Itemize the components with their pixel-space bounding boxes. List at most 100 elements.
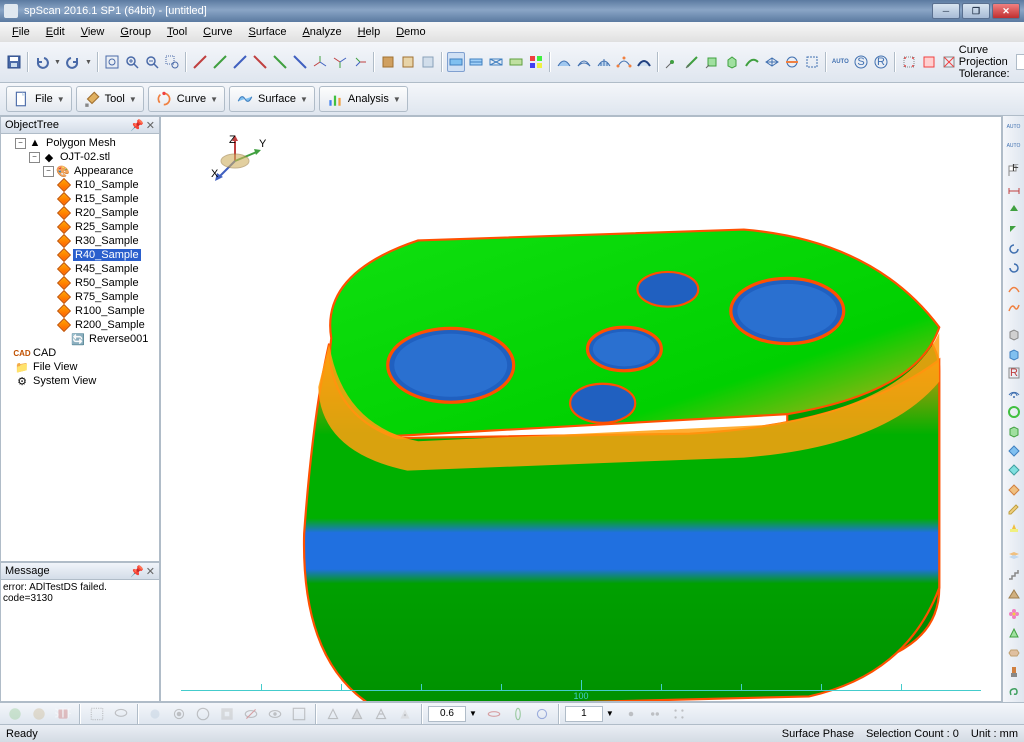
rot-z-icon[interactable] [532,704,552,724]
rot-x-icon[interactable] [484,704,504,724]
mesh-display-2-icon[interactable] [467,52,485,72]
radius-r-icon[interactable]: R [1005,365,1023,382]
surface-cv-icon[interactable] [615,52,633,72]
pick-point-icon[interactable] [663,52,681,72]
menu-group[interactable]: Group [112,24,159,40]
tree-sample[interactable]: R30_Sample [3,234,157,248]
mesh-display-3-icon[interactable] [487,52,505,72]
tolerance-input[interactable] [1016,54,1024,70]
surface-wire-icon[interactable] [575,52,593,72]
curve-tab-button[interactable]: Curve▼ [148,86,225,112]
tree-root[interactable]: −▲Polygon Mesh [3,136,157,150]
arc-icon[interactable] [1005,279,1023,296]
pyramid-icon[interactable] [1005,586,1023,603]
mesh-color-icon[interactable] [527,52,545,72]
tree-sample[interactable]: R45_Sample [3,262,157,276]
menu-view[interactable]: View [73,24,113,40]
pick-curve-icon[interactable] [743,52,761,72]
tree-sample[interactable]: R15_Sample [3,192,157,206]
rot-y-icon[interactable] [508,704,528,724]
lasso-sel-icon[interactable] [111,704,131,724]
tree-sample[interactable]: R20_Sample [3,206,157,220]
arrow-up-icon[interactable] [1005,201,1023,218]
iso-2-icon[interactable] [331,52,349,72]
iso-view-icon[interactable] [311,52,329,72]
stop-icon[interactable]: STP [53,704,73,724]
layers-icon[interactable] [1005,547,1023,564]
surface-shade-icon[interactable] [555,52,573,72]
surface-iso-icon[interactable] [595,52,613,72]
menu-analyze[interactable]: Analyze [294,24,349,40]
menu-edit[interactable]: Edit [38,24,73,40]
cube-blue-icon[interactable] [1005,345,1023,362]
tree-appearance[interactable]: −🎨Appearance [3,164,157,178]
close-button[interactable]: ✕ [992,3,1020,19]
cone-icon[interactable] [1005,625,1023,642]
axis-y-icon[interactable] [211,52,229,72]
clear-sel-icon[interactable] [940,52,958,72]
tri-4-icon[interactable] [395,704,415,724]
pencil-icon[interactable] [1005,500,1023,517]
zoom-out-icon[interactable] [143,52,161,72]
tri-2-icon[interactable] [347,704,367,724]
rotate-cw-icon[interactable] [1005,240,1023,257]
axis-z-icon[interactable] [231,52,249,72]
menu-help[interactable]: Help [350,24,389,40]
pick-mesh-icon[interactable] [763,52,781,72]
shade-1-icon[interactable] [379,52,397,72]
tree-reverse[interactable]: 🔄Reverse001 [3,332,157,346]
axis-neg-x-icon[interactable] [251,52,269,72]
tree-sample[interactable]: R100_Sample [3,304,157,318]
3d-viewport[interactable]: Z Y X [160,116,1002,702]
grid-points-icon[interactable] [900,52,918,72]
box-sel-icon[interactable] [87,704,107,724]
surface-tab-button[interactable]: Surface▼ [229,86,315,112]
frame-icon[interactable] [289,704,309,724]
menu-file[interactable]: File [4,24,38,40]
tool-tab-button[interactable]: Tool▼ [76,86,144,112]
maximize-button[interactable]: ❐ [962,3,990,19]
surface-edge-icon[interactable] [635,52,653,72]
spin-value-1[interactable] [428,706,466,722]
menu-surface[interactable]: Surface [241,24,295,40]
file-tab-button[interactable]: File▼ [6,86,72,112]
expand-sel-icon[interactable] [169,704,189,724]
pick-region-icon[interactable] [803,52,821,72]
green-ring-icon[interactable] [1005,403,1023,420]
sphere-r-icon[interactable]: R [872,52,890,72]
pick-section-icon[interactable] [783,52,801,72]
hide-icon[interactable] [241,704,261,724]
redo-dropdown-icon[interactable]: ▼ [84,52,93,72]
measure-icon[interactable] [1005,182,1023,199]
shade-2-icon[interactable] [399,52,417,72]
auto-rotate-icon[interactable]: AUTO [1005,118,1023,135]
axis-x-icon[interactable] [191,52,209,72]
diamond-cyan-icon[interactable] [1005,462,1023,479]
tri-1-icon[interactable] [323,704,343,724]
auto-icon[interactable]: AUTO [831,52,850,72]
hex-icon[interactable] [1005,644,1023,661]
diamond-orange-icon[interactable] [1005,481,1023,498]
tree-sample[interactable]: R40_Sample [3,248,157,262]
tree-sample[interactable]: R75_Sample [3,290,157,304]
brush-icon[interactable] [1005,663,1023,680]
redo-icon[interactable] [64,52,82,72]
tree-sample[interactable]: R50_Sample [3,276,157,290]
cube-green-icon[interactable] [1005,423,1023,440]
stairs-icon[interactable] [1005,566,1023,583]
pick-edge-icon[interactable] [683,52,701,72]
auto-zoom-icon[interactable]: AUTO [1005,137,1023,154]
tree-fileview[interactable]: 📁File View [3,360,157,374]
tree-cad[interactable]: CADCAD [3,346,157,360]
spin-value-2[interactable] [565,706,603,722]
pin-icon[interactable]: 📌 [130,119,144,132]
axis-neg-z-icon[interactable] [291,52,309,72]
tree-sample[interactable]: R10_Sample [3,178,157,192]
cube-grey-icon[interactable] [1005,326,1023,343]
play-icon[interactable] [5,704,25,724]
flower-icon[interactable] [1005,605,1023,622]
mesh-display-1-icon[interactable] [447,52,465,72]
rotate-ccw-icon[interactable] [1005,260,1023,277]
show-icon[interactable] [265,704,285,724]
panel-close-icon[interactable]: ✕ [146,565,155,578]
